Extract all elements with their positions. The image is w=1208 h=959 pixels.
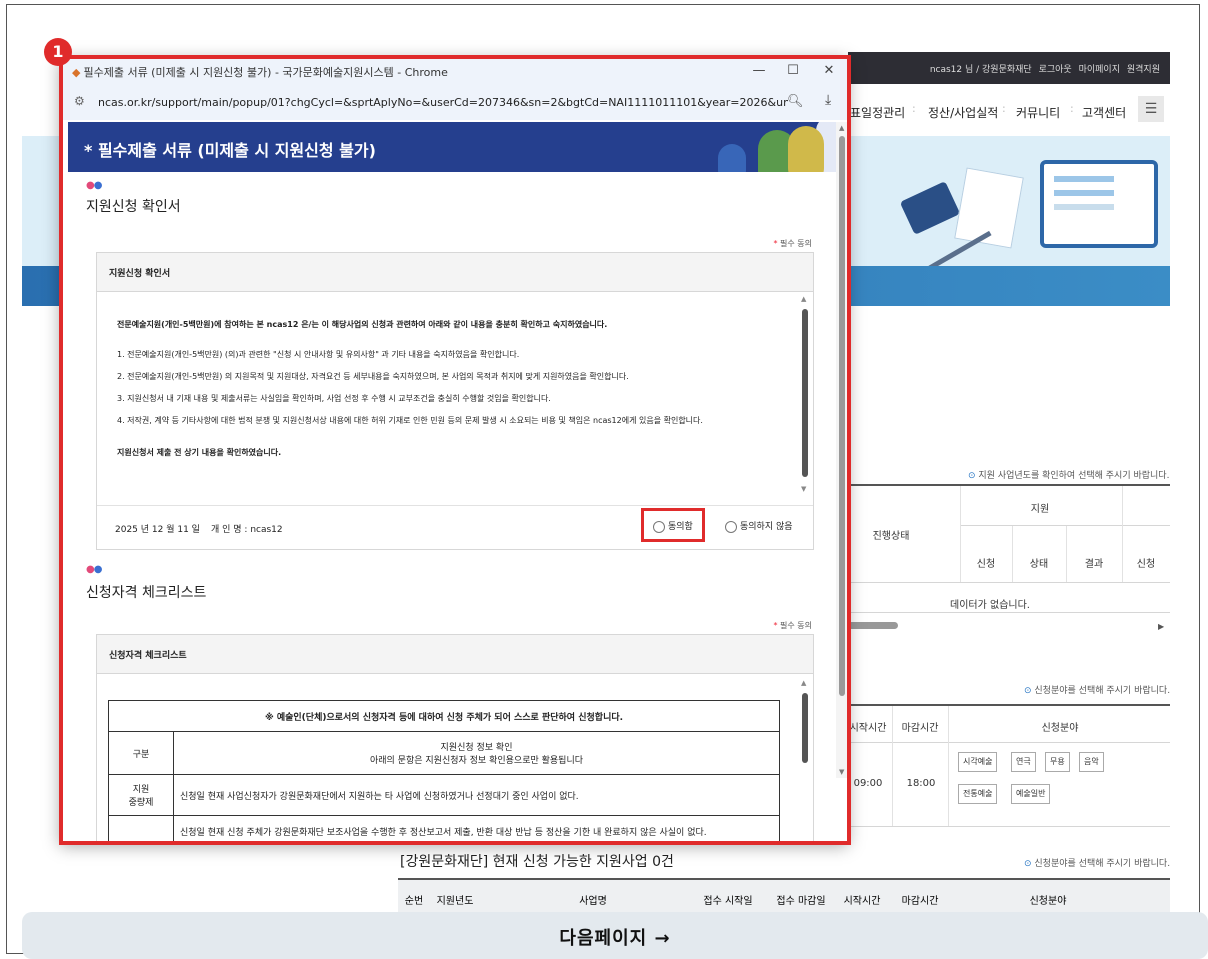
section2-title: 신청자격 체크리스트 bbox=[86, 585, 207, 601]
available-programs-heading: [강원문화재단] 현재 신청 가능한 지원사업 0건 bbox=[400, 854, 674, 870]
site-top-bar: ncas12 님 / 강원문화재단 로그아웃 마이페이지 원격지원 bbox=[848, 52, 1170, 84]
checklist-scrollbar[interactable]: ▲ bbox=[799, 679, 811, 842]
radio-circle-icon bbox=[725, 520, 737, 533]
status-header: 진행상태 bbox=[872, 531, 910, 542]
end-time-value: 18:00 bbox=[906, 778, 936, 789]
field-header: 신청분야 bbox=[1041, 723, 1079, 734]
nav-support[interactable]: 고객센터 bbox=[1082, 104, 1126, 121]
popup-scrollbar[interactable]: ▲ ▼ bbox=[836, 122, 848, 778]
end-time-header: 마감시간 bbox=[901, 723, 939, 734]
support-group-header: 지원 bbox=[1030, 504, 1050, 515]
checklist-table: ※ 예술인(단체)으로서의 신청자격 등에 대하여 신청 주체가 되어 스스로 … bbox=[108, 700, 780, 842]
close-icon[interactable]: ✕ bbox=[814, 60, 844, 82]
window-title: 필수제출 서류 (미제출 시 지원신청 불가) - 국가문화예술지원시스템 - … bbox=[83, 66, 448, 79]
section1-title: 지원신청 확인서 bbox=[86, 199, 181, 215]
step-badge: 1 bbox=[44, 38, 72, 66]
monitor-illustration bbox=[1040, 160, 1158, 248]
confirmation-item-3: 3. 지원신청서 내 기재 내용 및 제출서류는 사실임을 확인하며, 사업 선… bbox=[117, 394, 551, 403]
site-favicon-icon: ◆ bbox=[72, 66, 81, 79]
section-dots-icon: ●● bbox=[86, 180, 102, 191]
field-chip-visual-arts[interactable]: 시각예술 bbox=[958, 752, 998, 772]
field-chip-music[interactable]: 음악 bbox=[1079, 752, 1104, 772]
hamburger-menu-icon[interactable]: ☰ bbox=[1138, 96, 1164, 122]
sub-header-result: 결과 bbox=[1084, 559, 1104, 570]
agree-highlight-box bbox=[641, 508, 705, 542]
confirmation-box: 지원신청 확인서 ▲ ▼ 전문예술지원(개인-5백만원)에 참여하는 본 nca… bbox=[96, 252, 814, 550]
confirmation-item-2: 2. 전문예술지원(개인-5백만원) 의 지원목적 및 지원대상, 자격요건 등… bbox=[117, 372, 629, 381]
checklist-row2-text: 신청일 현재 신청 주체가 강원문화재단 보조사업을 수행한 후 정산보고서 제… bbox=[173, 815, 780, 842]
disagree-radio[interactable]: 동의하지 않음 bbox=[725, 519, 793, 533]
window-titlebar: ◆ 필수제출 서류 (미제출 시 지원신청 불가) - 국가문화예술지원시스템 -… bbox=[60, 56, 848, 86]
horizontal-scrollbar[interactable] bbox=[848, 622, 898, 629]
confirmation-box-title: 지원신청 확인서 bbox=[109, 269, 171, 279]
col-program: 사업명 bbox=[579, 896, 607, 907]
field-chip-dance[interactable]: 무용 bbox=[1045, 752, 1070, 772]
user-info: ncas12 님 / 강원문화재단 bbox=[929, 65, 1032, 75]
confirmation-item-4: 4. 저작권, 계약 등 기타사항에 대한 법적 분쟁 및 지원신청서상 내용에… bbox=[117, 416, 703, 425]
field-chip-theater[interactable]: 연극 bbox=[1011, 752, 1036, 772]
popup-header-title: * 필수제출 서류 (미제출 시 지원신청 불가) bbox=[84, 141, 376, 160]
nav-settlement[interactable]: 정산/사업실적 bbox=[928, 104, 998, 121]
col-end-time: 마감시간 bbox=[901, 896, 939, 907]
sub-header-state: 상태 bbox=[1029, 559, 1049, 570]
col-open-date: 접수 시작일 bbox=[703, 896, 753, 907]
popup-header: * 필수제출 서류 (미제출 시 지원신청 불가) bbox=[68, 122, 836, 172]
field-note-2: ⊙ 신청분야를 선택해 주시기 바랍니다. bbox=[1024, 859, 1171, 869]
popup-window: ◆ 필수제출 서류 (미제출 시 지원신청 불가) - 국가문화예술지원시스템 -… bbox=[60, 56, 848, 842]
col-no: 순번 bbox=[404, 896, 424, 907]
field-note: ⊙ 신청분야를 선택해 주시기 바랍니다. bbox=[1024, 686, 1171, 696]
download-icon[interactable]: ⤓ bbox=[825, 92, 831, 108]
checklist-col2-header-1: 지원신청 정보 확인 bbox=[440, 743, 513, 753]
checklist-row1-label-1: 지원 bbox=[132, 785, 150, 795]
confirmation-item-1: 1. 전문예술지원(개인-5백만원) (의)과 관련한 "신청 시 안내사항 및… bbox=[117, 350, 520, 359]
col-year: 지원년도 bbox=[436, 896, 474, 907]
confirmation-lead: 전문예술지원(개인-5백만원)에 참여하는 본 ncas12 은/는 이 해당사… bbox=[117, 320, 608, 329]
remote-support-link[interactable]: 원격지원 bbox=[1127, 65, 1160, 75]
next-page-bar[interactable]: 다음페이지 → bbox=[22, 912, 1208, 959]
consent-person: 개 인 명 : ncas12 bbox=[211, 525, 283, 535]
year-note: ⊙ 지원 사업년도를 확인하여 선택해 주시기 바랍니다. bbox=[968, 471, 1170, 481]
section2-required: * 필수 동의 bbox=[773, 621, 812, 630]
maximize-icon[interactable]: ☐ bbox=[778, 60, 808, 82]
checklist-table-title: ※ 예술인(단체)으로서의 신청자격 등에 대하여 신청 주체가 되어 스스로 … bbox=[108, 700, 780, 732]
field-chip-traditional[interactable]: 전통예술 bbox=[958, 784, 998, 804]
checklist-row1-label-2: 중량제 bbox=[128, 798, 154, 808]
consent-date: 2025 년 12 월 11 일 bbox=[115, 525, 200, 535]
consent-row: 2025 년 12 월 11 일 개 인 명 : ncas12 동의함 동의하지… bbox=[97, 505, 813, 548]
col-field: 신청분야 bbox=[1029, 896, 1067, 907]
next-page-label: 다음페이지 → bbox=[559, 928, 671, 949]
checklist-col2-header-2: 아래의 문항은 지원신청자 정보 확인용으로만 활용됩니다 bbox=[369, 756, 584, 766]
sub-header-apply: 신청 bbox=[976, 559, 996, 570]
checklist-box-title: 신청자격 체크리스트 bbox=[109, 651, 187, 661]
start-time-header: 시작시간 bbox=[849, 723, 887, 734]
confirmation-closing: 지원신청서 제출 전 상기 내용을 확인하였습니다. bbox=[117, 448, 282, 457]
scroll-right-icon[interactable]: ▶ bbox=[1158, 622, 1164, 631]
nav-community[interactable]: 커뮤니티 bbox=[1016, 104, 1060, 121]
sub-header-apply2: 신청 bbox=[1136, 559, 1156, 570]
checklist-col1-header: 구분 bbox=[108, 731, 174, 775]
start-time-value: 09:00 bbox=[853, 778, 883, 789]
section1-required: * 필수 동의 bbox=[773, 239, 812, 248]
confirmation-scrollbar[interactable]: ▲ ▼ bbox=[799, 295, 811, 493]
nav-schedule[interactable]: 표일정관리 bbox=[850, 104, 905, 121]
zoom-icon[interactable]: 🔍︎ bbox=[787, 94, 804, 109]
field-chip-general[interactable]: 예술일반 bbox=[1011, 784, 1051, 804]
col-start-time: 시작시간 bbox=[843, 896, 881, 907]
address-bar[interactable]: ⚙ ncas.or.kr/support/main/popup/01?chgCy… bbox=[60, 86, 848, 121]
site-nav: 표일정관리 : 정산/사업실적 : 커뮤니티 : 고객센터 ☰ bbox=[848, 84, 1170, 136]
site-info-icon[interactable]: ⚙ bbox=[74, 94, 85, 108]
empty-data-text: 데이터가 없습니다. bbox=[950, 600, 1030, 611]
checklist-row1-text: 신청일 현재 사업신청자가 강원문화재단에서 지원하는 타 사업에 신청하였거나… bbox=[173, 774, 780, 816]
url-text[interactable]: ncas.or.kr/support/main/popup/01?chgCycl… bbox=[98, 96, 788, 109]
popup-content: * 필수제출 서류 (미제출 시 지원신청 불가) ●● 지원신청 확인서 * … bbox=[60, 120, 848, 842]
col-close-date: 접수 마감일 bbox=[776, 896, 826, 907]
mypage-link[interactable]: 마이페이지 bbox=[1079, 65, 1120, 75]
section-dots-icon: ●● bbox=[86, 564, 102, 575]
logout-link[interactable]: 로그아웃 bbox=[1039, 65, 1072, 75]
minimize-icon[interactable]: — bbox=[744, 60, 774, 82]
